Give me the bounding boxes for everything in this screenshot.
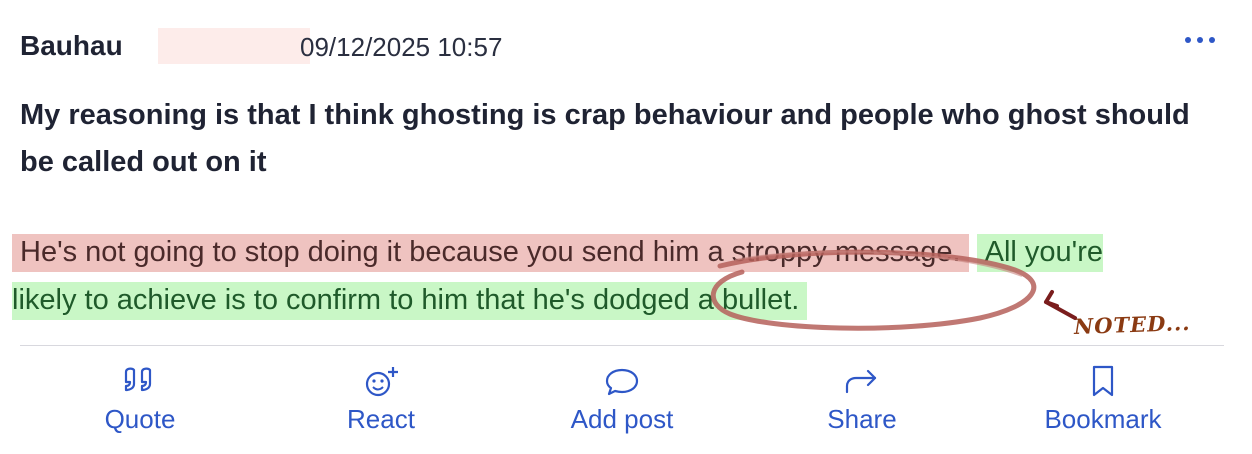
highlighted-quote: He's not going to stop doing it because …: [12, 228, 1172, 324]
share-icon: [845, 369, 877, 394]
quote-button[interactable]: Quote: [40, 362, 240, 440]
annotation-noted-text: NOTED...: [1073, 309, 1191, 340]
divider: [20, 345, 1224, 346]
bookmark-icon: [1092, 365, 1114, 397]
redacted-name-block: [158, 28, 310, 64]
post-actions-bar: Quote React Add post Share Bookmark: [20, 362, 1224, 442]
username[interactable]: Bauhau: [20, 30, 123, 62]
add-post-button[interactable]: Add post: [522, 362, 722, 440]
post-body: My reasoning is that I think ghosting is…: [20, 99, 1190, 178]
add-post-label: Add post: [570, 404, 674, 434]
dot-icon: [1209, 37, 1215, 43]
bookmark-label: Bookmark: [1044, 404, 1162, 434]
more-options-button[interactable]: [1182, 28, 1218, 58]
react-button[interactable]: React: [281, 362, 481, 440]
highlight-red-text: He's not going to stop doing it because …: [12, 234, 969, 272]
share-button[interactable]: Share: [762, 362, 962, 440]
bookmark-button[interactable]: Bookmark: [1003, 362, 1203, 440]
post-header: Bauhau 09/12/2025 10:57: [20, 28, 1232, 68]
post-timestamp[interactable]: 09/12/2025 10:57: [300, 32, 502, 63]
share-label: Share: [827, 404, 897, 434]
react-icon: [365, 367, 398, 397]
react-label: React: [347, 404, 415, 434]
dot-icon: [1185, 37, 1191, 43]
quote-icon: [124, 367, 152, 392]
quote-label: Quote: [104, 404, 176, 434]
dot-icon: [1197, 37, 1203, 43]
comment-icon: [605, 368, 639, 396]
